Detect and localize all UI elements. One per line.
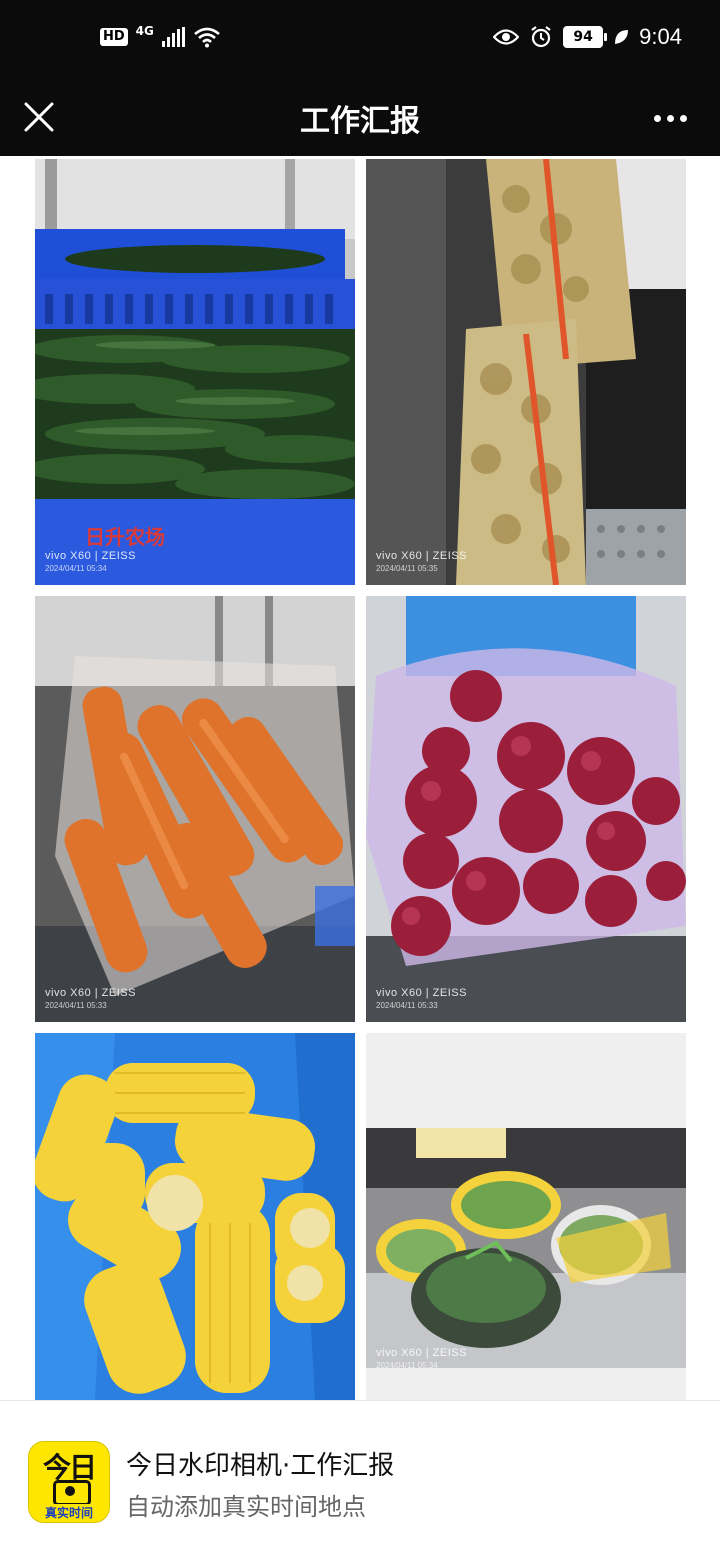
- status-time: 9:04: [639, 24, 682, 49]
- status-left: HD 4G: [100, 24, 221, 48]
- more-button[interactable]: [650, 106, 690, 130]
- red-onions-image: [366, 596, 686, 1022]
- footer-app-banner[interactable]: 今日 真实时间 今日水印相机·工作汇报 自动添加真实时间地点: [0, 1400, 720, 1561]
- more-icon-dot: [679, 114, 687, 122]
- page-title: 工作汇报: [300, 104, 420, 139]
- status-bar: HD 4G 94 9:04: [0, 0, 720, 80]
- photo-carrots[interactable]: vivo X60 | ZEISS 2024/04/11 05:33: [35, 596, 355, 1022]
- photo-red-onions[interactable]: vivo X60 | ZEISS 2024/04/11 05:33: [366, 596, 686, 1022]
- leaf-icon: [615, 30, 629, 44]
- photo-watermark: vivo X60 | ZEISS 2024/04/11 05:34: [45, 550, 136, 573]
- alarm-icon: [531, 26, 551, 48]
- wifi-icon: [194, 27, 220, 48]
- watermark-brand: vivo X60 | ZEISS: [376, 987, 467, 999]
- leafy-greens-image: [366, 1033, 686, 1400]
- footer-subtitle: 自动添加真实时间地点: [126, 1493, 366, 1521]
- photo-grid: 日升农场 vivo X60 | ZEISS 2024/04/11 05:34 v…: [0, 156, 720, 1400]
- watermark-brand: vivo X60 | ZEISS: [45, 550, 136, 562]
- camera-icon: [53, 1480, 91, 1506]
- watermark-date: 2024/04/11 05:33: [376, 1001, 438, 1010]
- app-icon-small-text: 真实时间: [29, 1504, 109, 1522]
- photo-watermark: vivo X60 | ZEISS 2024/04/11 05:33: [45, 987, 136, 1010]
- crate-text: 日升农场: [85, 525, 165, 549]
- network-type-label: 4G: [135, 24, 154, 38]
- app-icon[interactable]: 今日 真实时间: [28, 1441, 110, 1523]
- photo-cucumbers[interactable]: 日升农场 vivo X60 | ZEISS 2024/04/11 05:34: [35, 159, 355, 585]
- watermark-date: 2024/04/11 05:34: [376, 1361, 438, 1370]
- more-icon-dot: [653, 114, 661, 122]
- watermark-brand: vivo X60 | ZEISS: [376, 550, 467, 562]
- battery-icon: 94: [563, 26, 608, 48]
- signal-icon: [161, 27, 185, 47]
- watermark-date: 2024/04/11 05:33: [45, 1001, 107, 1010]
- footer-title: 今日水印相机·工作汇报: [126, 1451, 395, 1481]
- carrots-image: [35, 596, 355, 1022]
- corn-image: [35, 1033, 355, 1400]
- photo-watermark: vivo X60 | ZEISS 2024/04/11 05:35: [376, 550, 467, 573]
- photo-potatoes[interactable]: vivo X60 | ZEISS 2024/04/11 05:35: [366, 159, 686, 585]
- eye-icon: [493, 29, 520, 45]
- watermark-date: 2024/04/11 05:34: [45, 564, 107, 573]
- photo-watermark: vivo X60 | ZEISS 2024/04/11 05:33: [376, 987, 467, 1010]
- photo-leafy-greens[interactable]: vivo X60 | ZEISS 2024/04/11 05:34: [366, 1033, 686, 1400]
- nav-bar: 工作汇报: [0, 80, 720, 156]
- watermark-brand: vivo X60 | ZEISS: [45, 987, 136, 999]
- status-right: 94 9:04: [493, 24, 682, 50]
- hd-icon: HD: [100, 28, 128, 46]
- cucumbers-image: 日升农场: [35, 159, 355, 585]
- more-icon-dot: [666, 114, 674, 122]
- watermark-brand: vivo X60 | ZEISS: [376, 1347, 467, 1359]
- photo-corn[interactable]: [35, 1033, 355, 1400]
- photo-watermark: vivo X60 | ZEISS 2024/04/11 05:34: [376, 1347, 467, 1370]
- watermark-date: 2024/04/11 05:35: [376, 564, 438, 573]
- potatoes-image: [366, 159, 686, 585]
